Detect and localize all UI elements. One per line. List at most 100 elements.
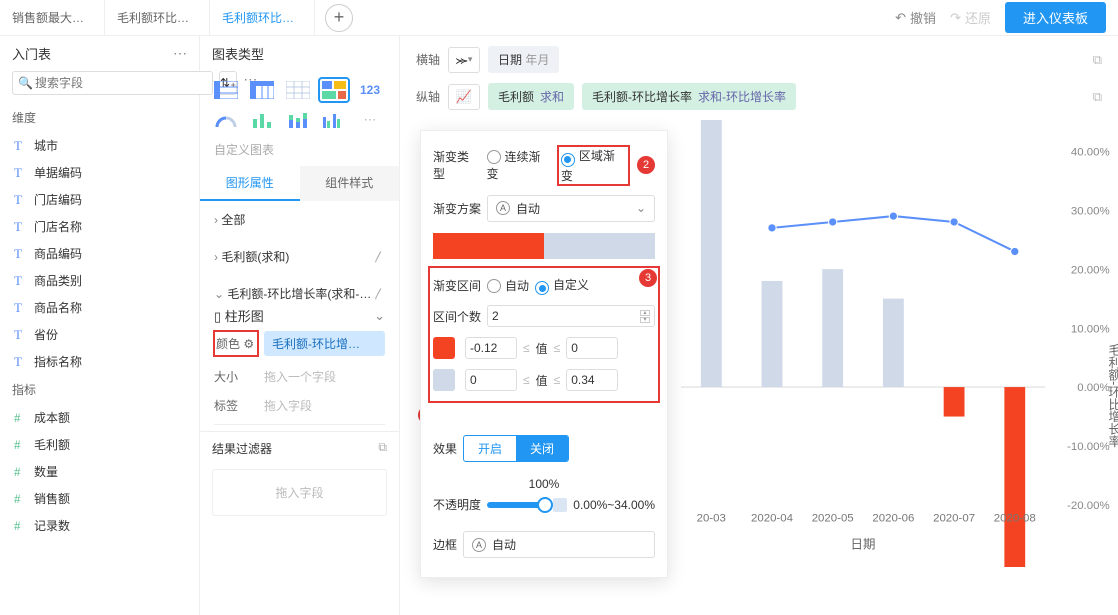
dim-item[interactable]: T商品类别 [0,267,199,294]
svg-text:40.00%: 40.00% [1071,146,1110,158]
undo-button[interactable]: ↶撤销 [895,8,936,27]
vert-type-button[interactable]: 📈 [448,84,480,110]
line-icon: 〳 [373,285,385,302]
tab-2[interactable]: 毛利额环比增… [210,0,315,36]
dim-item[interactable]: T指标名称 [0,348,199,375]
tab-0[interactable]: 销售额最大的… [0,0,105,36]
ct-gauge[interactable] [212,109,240,131]
search-input[interactable] [12,71,213,95]
legend-swatch [553,498,567,512]
ct-bar-multi[interactable] [320,109,348,131]
dim-item[interactable]: T单据编码 [0,159,199,186]
color-label[interactable]: 颜色 ⚙ [214,331,258,356]
meas-item[interactable]: #销售额 [0,485,199,512]
dim-item[interactable]: T商品编码 [0,240,199,267]
add-tab-button[interactable]: + [325,4,353,32]
effect-label: 效果 [433,440,457,457]
ct-kpi[interactable]: 123 [356,79,384,101]
meas-item[interactable]: #记录数 [0,512,199,539]
ct-group-table[interactable] [212,79,240,101]
range1-max[interactable]: 0 [566,337,618,359]
meas-item[interactable]: #成本额 [0,404,199,431]
svg-text:20.00%: 20.00% [1071,264,1110,276]
dim-item[interactable]: T门店名称 [0,213,199,240]
ct-more[interactable]: ⋯ [356,109,384,131]
acc-measure1[interactable]: › 毛利额(求和)〳 [200,238,399,275]
shape-select[interactable]: ▯ 柱形图⌄ [214,306,385,325]
dimensions-label: 维度 [0,103,199,132]
vert-field-pill-2[interactable]: 毛利额-环比增长率求和-环比增长率 [582,83,796,110]
tab-graphic-props[interactable]: 图形属性 [200,166,300,201]
undo-icon: ↶ [895,10,906,26]
chart-type-title: 图表类型 [212,44,264,63]
gear-icon: ⚙ [243,337,254,351]
chart-type-grid: 123 ⋯ [200,71,399,139]
dim-item[interactable]: T城市 [0,132,199,159]
result-filter-title: 结果过滤器 [212,440,272,457]
worksheet-tabs: 销售额最大的… 毛利额环比增… 毛利额环比增… [0,0,315,36]
swatch-1[interactable] [433,337,455,359]
size-dropzone[interactable]: 拖入一个字段 [264,368,336,385]
svg-text:2020-08: 2020-08 [994,513,1036,525]
gradient-preview [433,233,655,259]
swatch-2[interactable] [433,369,455,391]
svg-text:毛利额-环比增长率: 毛利额-环比增长率 [1107,344,1118,448]
border-select[interactable]: A自动 [463,531,655,558]
popout-icon[interactable]: ⧉ [378,440,387,457]
line-icon: 〳 [373,248,385,265]
filter-dropzone[interactable]: 拖入字段 [212,469,387,516]
ct-partition[interactable] [320,79,348,101]
tab-component-style[interactable]: 组件样式 [300,166,400,201]
size-label: 大小 [214,368,258,385]
radio-area[interactable]: 区域渐变 [558,146,629,185]
gradient-scheme-select[interactable]: A自动⌄ [487,195,655,222]
search-icon: 🔍 [18,76,33,90]
axis-popout-icon[interactable]: ⧉ [1093,52,1102,68]
interval-label: 渐变区间 [433,277,481,294]
color-field-chip[interactable]: 毛利额-环比增… [264,331,385,356]
horiz-field-pill[interactable]: 日期 年月 [488,46,559,73]
ct-bar[interactable] [248,109,276,131]
opacity-value: 100% [433,477,655,491]
label-dropzone[interactable]: 拖入字段 [264,397,312,414]
range1-min[interactable]: -0.12 [465,337,517,359]
svg-text:-10.00%: -10.00% [1067,441,1110,453]
svg-text:2020-05: 2020-05 [812,513,854,525]
range2-min[interactable]: 0 [465,369,517,391]
gradient-scheme-label: 渐变方案 [433,200,481,217]
opacity-slider[interactable] [487,502,547,508]
ct-cross-table[interactable] [248,79,276,101]
gradient-type-label: 渐变类型 [433,148,481,182]
vert-field-pill-1[interactable]: 毛利额求和 [488,83,574,110]
redo-button: ↷还原 [950,8,991,27]
legend-text: 0.00%~34.00% [573,498,655,512]
callout-3: 3 [639,269,657,287]
dim-item[interactable]: T省份 [0,321,199,348]
radio-continuous[interactable]: 连续渐变 [487,148,552,182]
range2-max[interactable]: 0.34 [566,369,618,391]
radio-interval-custom[interactable]: 自定义 [535,276,589,296]
interval-count-label: 区间个数 [433,308,481,325]
horiz-sort-button[interactable]: ⪼▾ [448,47,480,73]
interval-count-input[interactable]: 2▴▾ [487,305,655,327]
dim-item[interactable]: T商品名称 [0,294,199,321]
ct-list[interactable] [284,79,312,101]
acc-all[interactable]: › 全部 [200,201,399,238]
radio-interval-auto[interactable]: 自动 [487,277,529,294]
enter-dashboard-button[interactable]: 进入仪表板 [1005,2,1106,33]
table-more-icon[interactable]: ⋯ [173,45,187,62]
svg-text:2020-04: 2020-04 [751,513,794,525]
ct-bar-stack[interactable] [284,109,312,131]
line-icon: 📈 [456,89,472,105]
effect-toggle[interactable]: 开启关闭 [463,435,569,462]
tab-1[interactable]: 毛利额环比增… [105,0,210,36]
acc-measure2[interactable]: ⌄ 毛利额-环比增长率(求和-…〳 [200,275,399,306]
dim-item[interactable]: T门店编码 [0,186,199,213]
sort-icon: ⪼ [456,52,468,68]
label-label: 标签 [214,397,258,414]
meas-item[interactable]: #毛利额 [0,431,199,458]
meas-item[interactable]: #数量 [0,458,199,485]
custom-chart-label: 自定义图表 [200,139,399,166]
vert-axis-label: 纵轴 [416,88,440,105]
axis-popout-icon[interactable]: ⧉ [1093,89,1102,105]
